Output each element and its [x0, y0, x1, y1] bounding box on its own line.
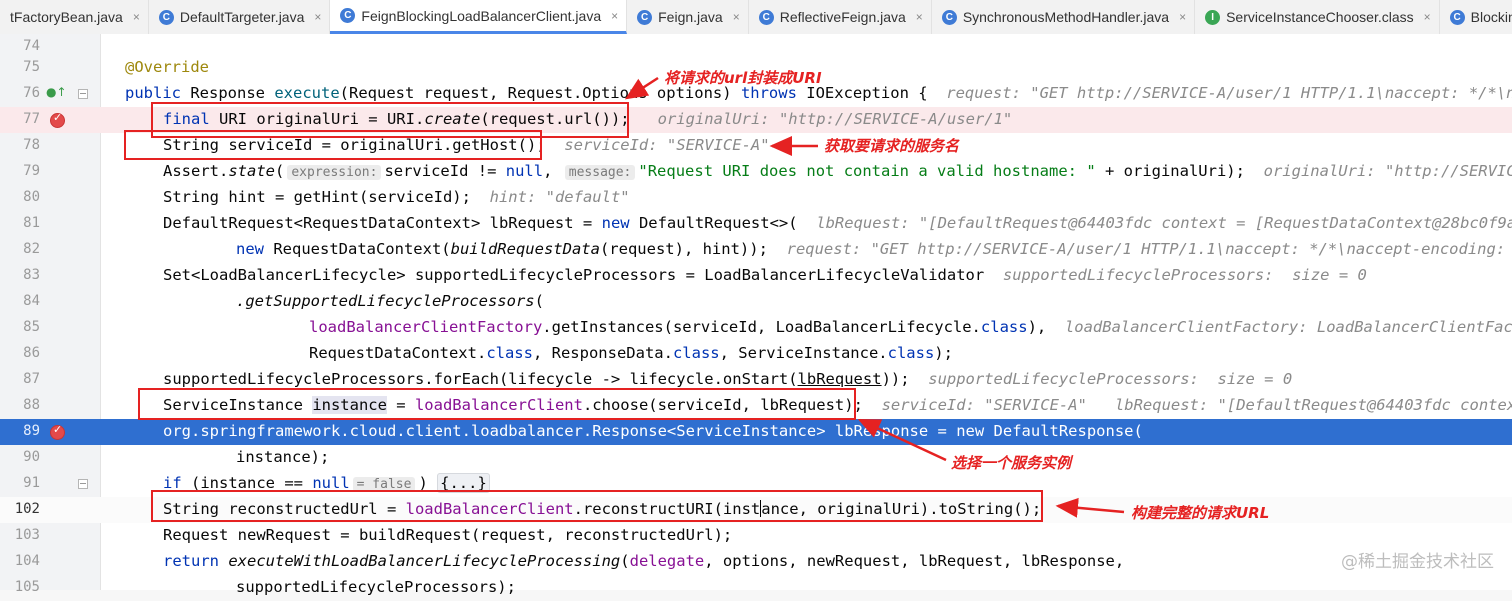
- arrow-icon: [624, 76, 1125, 518]
- watermark: @稀土掘金技术社区: [1341, 552, 1494, 572]
